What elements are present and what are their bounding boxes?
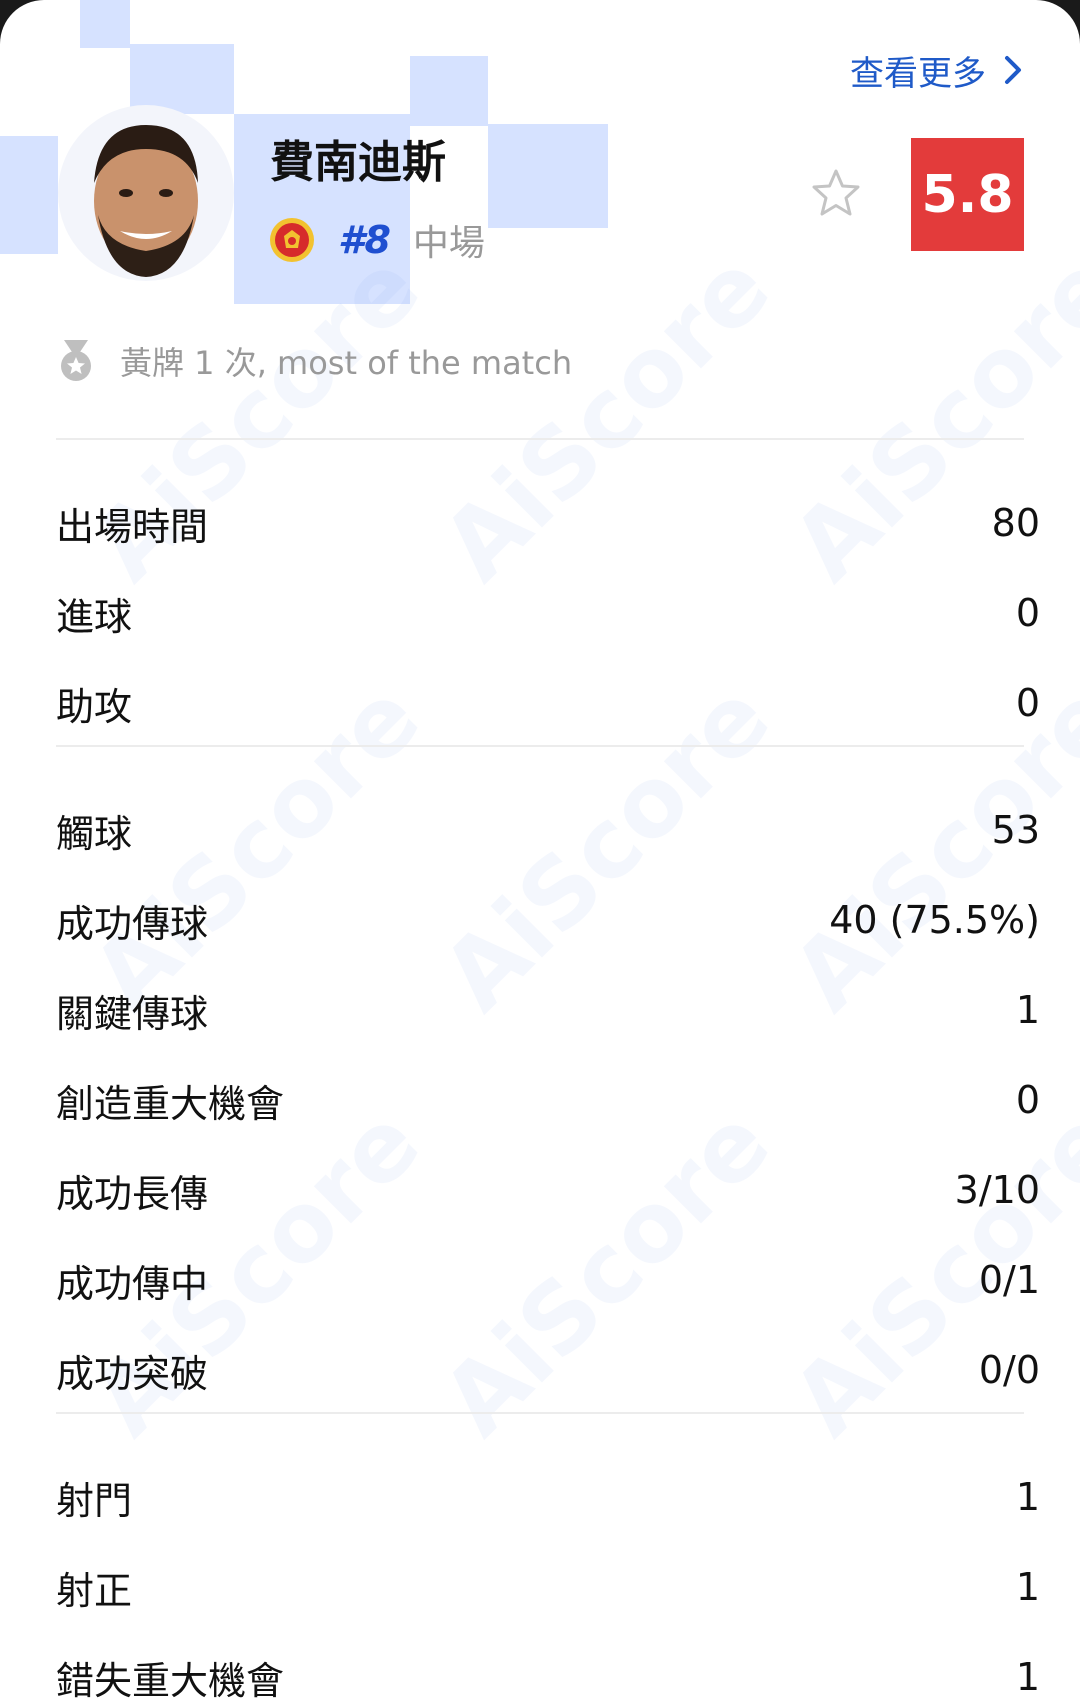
- checker-decoration: [488, 124, 608, 228]
- player-name: 費南迪斯: [270, 137, 446, 188]
- stat-row: 觸球 53: [56, 785, 1040, 875]
- stat-row: 射門 1: [56, 1452, 1040, 1542]
- stat-row: 成功長傳 3/10: [56, 1145, 1040, 1235]
- stat-label: 觸球: [56, 811, 133, 856]
- card-note-text: 黃牌 1 次, most of the match: [120, 344, 573, 382]
- stat-value: 0/0: [978, 1348, 1040, 1392]
- stat-value: 0: [1015, 681, 1040, 725]
- medal-icon: [61, 340, 91, 381]
- favorite-star-icon[interactable]: [808, 166, 864, 222]
- stat-label: 錯失重大機會: [56, 1658, 285, 1699]
- stat-value: 1: [1015, 1565, 1040, 1609]
- stat-value: 0: [1015, 1078, 1040, 1122]
- stat-row: 成功突破 0/0: [56, 1325, 1040, 1415]
- stat-value: 1: [1015, 988, 1040, 1032]
- stat-row: 進球 0: [56, 568, 1040, 658]
- player-position: 中場: [412, 223, 485, 264]
- rating-badge: 5.8: [911, 138, 1024, 251]
- stat-row: 射正 1: [56, 1542, 1040, 1632]
- team-badge-icon: [270, 218, 314, 262]
- view-more-link[interactable]: 查看更多: [850, 46, 1024, 94]
- stat-row: 成功傳中 0/1: [56, 1235, 1040, 1325]
- player-avatar: [58, 105, 234, 281]
- stat-label: 成功長傳: [56, 1171, 209, 1216]
- player-stats-card: AiScore AiScore AiScore AiScore AiScore …: [0, 0, 1080, 1699]
- checker-decoration: [410, 56, 488, 126]
- stat-row: 關鍵傳球 1: [56, 965, 1040, 1055]
- stat-row: 助攻 0: [56, 658, 1040, 748]
- checker-decoration: [80, 0, 130, 48]
- stat-row: 創造重大機會 0: [56, 1055, 1040, 1145]
- divider: [56, 745, 1024, 747]
- team-info: #8 中場: [268, 214, 485, 266]
- stat-label: 出場時間: [56, 504, 209, 549]
- divider: [56, 1412, 1024, 1414]
- stat-row: 成功傳球 40 (75.5%): [56, 875, 1040, 965]
- stat-row: 出場時間 80: [56, 478, 1040, 568]
- stat-label: 創造重大機會: [56, 1081, 285, 1126]
- stat-label: 助攻: [56, 684, 133, 729]
- stat-value: 3/10: [954, 1168, 1040, 1212]
- card-event-note: 黃牌 1 次, most of the match: [56, 338, 572, 384]
- checker-decoration: [130, 44, 234, 114]
- view-more-label: 查看更多: [850, 53, 986, 94]
- stat-label: 成功傳球: [56, 901, 209, 946]
- stat-label: 射門: [56, 1478, 133, 1523]
- chevron-right-icon: [1005, 56, 1021, 84]
- stat-label: 進球: [56, 594, 133, 639]
- stat-value: 1: [1015, 1655, 1040, 1699]
- stat-label: 成功傳中: [56, 1261, 209, 1306]
- stat-value: 1: [1015, 1475, 1040, 1519]
- divider: [56, 438, 1024, 440]
- stat-value: 53: [991, 808, 1040, 852]
- stat-label: 關鍵傳球: [56, 991, 209, 1036]
- checker-decoration: [0, 136, 58, 254]
- stat-label: 射正: [56, 1568, 133, 1613]
- stat-value: 0: [1015, 591, 1040, 635]
- stat-value: 80: [991, 501, 1040, 545]
- stat-value: 0/1: [978, 1258, 1040, 1302]
- stat-value: 40 (75.5%): [829, 898, 1040, 942]
- stat-label: 成功突破: [56, 1351, 209, 1396]
- jersey-number: #8: [338, 218, 391, 262]
- stat-row: 錯失重大機會 1: [56, 1632, 1040, 1699]
